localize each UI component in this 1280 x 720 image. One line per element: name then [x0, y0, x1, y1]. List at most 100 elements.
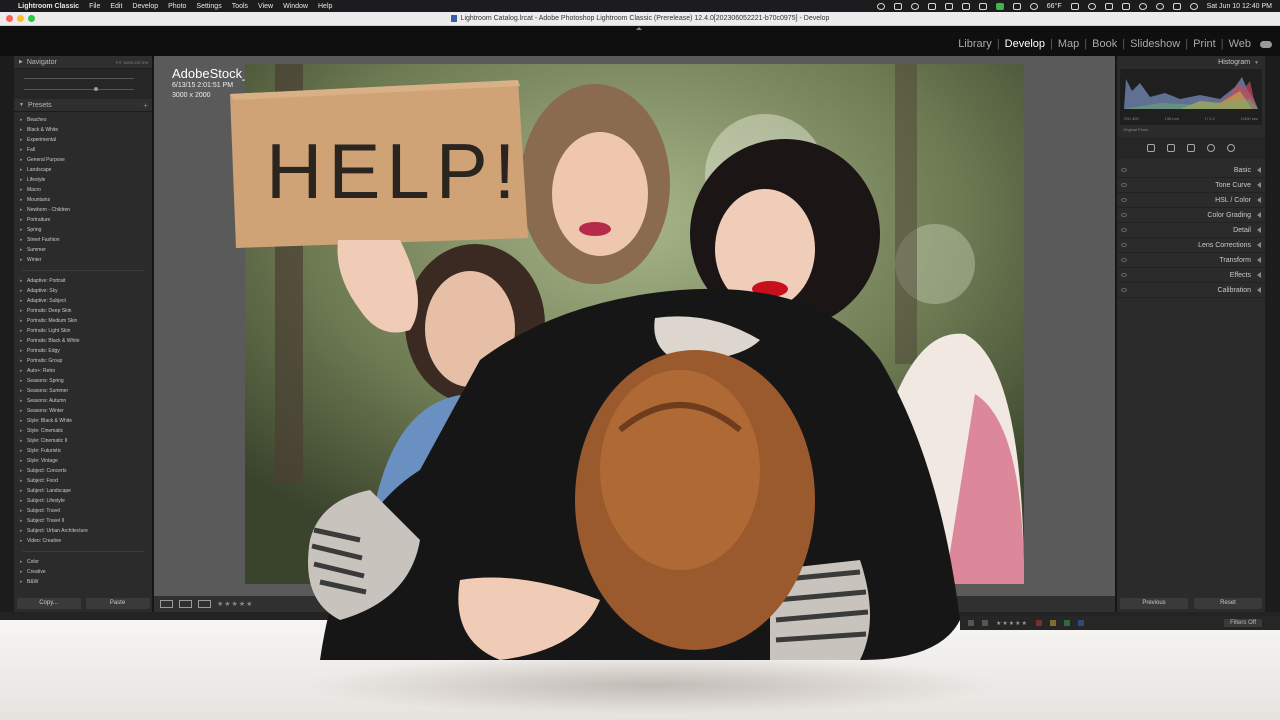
preset-group-item[interactable]: Portraiture	[14, 215, 152, 225]
menu-app-name[interactable]: Lightroom Classic	[18, 3, 79, 10]
eye-toggle-icon[interactable]	[1121, 228, 1127, 232]
preset-group-item[interactable]: Creative	[14, 567, 152, 577]
presets-header[interactable]: ▼ Presets +	[14, 99, 152, 112]
module-print[interactable]: Print	[1189, 38, 1220, 50]
weather-icon[interactable]	[1029, 2, 1038, 10]
develop-section-header[interactable]: Detail	[1117, 223, 1265, 238]
audio-icon[interactable]	[961, 2, 970, 10]
navigator-slider-knob[interactable]	[94, 87, 98, 91]
before-after-icon[interactable]	[179, 600, 192, 608]
preset-group-item[interactable]: Lifestyle	[14, 175, 152, 185]
crop-icon[interactable]	[1167, 144, 1175, 152]
preset-group-item[interactable]: General Purpose	[14, 155, 152, 165]
develop-section-header[interactable]: Lens Corrections	[1117, 238, 1265, 253]
expand-caret-icon[interactable]	[1257, 287, 1261, 293]
preset-group-item[interactable]: B&W	[14, 577, 152, 587]
collapse-top-panel-icon[interactable]	[636, 27, 642, 30]
left-panel-edge[interactable]	[0, 56, 14, 612]
preset-group-item[interactable]: Newborn - Children	[14, 205, 152, 215]
preset-group-item[interactable]: Seasons: Autumn	[14, 396, 152, 406]
color-label-yellow[interactable]	[1049, 620, 1056, 626]
preset-group-item[interactable]: Auto+: Retro	[14, 366, 152, 376]
preset-group-item[interactable]: Street Fashion	[14, 235, 152, 245]
preset-group-item[interactable]: Portraits: Black & White	[14, 336, 152, 346]
camera-icon[interactable]	[893, 2, 902, 10]
preset-group-item[interactable]: Subject: Travel	[14, 506, 152, 516]
color-label-red[interactable]	[1035, 620, 1042, 626]
red-eye-icon[interactable]	[1207, 144, 1215, 152]
module-develop[interactable]: Develop	[1001, 38, 1049, 50]
menu-develop[interactable]: Develop	[132, 3, 158, 10]
preset-group-item[interactable]: Portraits: Edgy	[14, 346, 152, 356]
grid-icon[interactable]	[1012, 2, 1021, 10]
menu-view[interactable]: View	[258, 3, 273, 10]
develop-section-header[interactable]: Tone Curve	[1117, 178, 1265, 193]
menu-tools[interactable]: Tools	[232, 3, 248, 10]
preset-group-item[interactable]: Subject: Travel II	[14, 516, 152, 526]
eye-toggle-icon[interactable]	[1121, 183, 1127, 187]
preset-group-item[interactable]: Color	[14, 557, 152, 567]
menu-window[interactable]: Window	[283, 3, 308, 10]
navigator-header[interactable]: ▶ Navigator FIT 100% 237.4%	[14, 56, 152, 69]
eye-toggle-icon[interactable]	[1121, 198, 1127, 202]
preset-group-item[interactable]: Subject: Food	[14, 476, 152, 486]
clipboard-icon[interactable]	[1070, 2, 1079, 10]
add-preset-icon[interactable]: +	[143, 101, 148, 110]
expand-caret-icon[interactable]	[1257, 167, 1261, 173]
compare-view-icon[interactable]	[198, 600, 211, 608]
navigator-preview[interactable]	[14, 69, 152, 99]
preset-group-item[interactable]: Spring	[14, 225, 152, 235]
bluetooth-icon[interactable]	[944, 2, 953, 10]
eye-toggle-icon[interactable]	[1121, 258, 1127, 262]
preset-group-item[interactable]: Summer	[14, 245, 152, 255]
display-icon[interactable]	[927, 2, 936, 10]
expand-caret-icon[interactable]	[1257, 212, 1261, 218]
green-app-icon[interactable]	[995, 2, 1004, 10]
histogram-header[interactable]: Histogram ▼	[1117, 56, 1265, 69]
preset-group-item[interactable]: Seasons: Spring	[14, 376, 152, 386]
preset-group-item[interactable]: Portraits: Deep Skin	[14, 306, 152, 316]
control-center-icon[interactable]	[1172, 2, 1181, 10]
expand-caret-icon[interactable]	[1257, 227, 1261, 233]
module-map[interactable]: Map	[1054, 38, 1083, 50]
volume-icon[interactable]	[1104, 2, 1113, 10]
color-label-blue[interactable]	[1077, 620, 1084, 626]
preset-group-item[interactable]: Portraits: Group	[14, 356, 152, 366]
module-library[interactable]: Library	[954, 38, 996, 50]
reset-button[interactable]: Reset	[1194, 597, 1262, 609]
menu-file[interactable]: File	[89, 3, 100, 10]
expand-triangle-icon[interactable]: ▼	[19, 102, 24, 108]
module-book[interactable]: Book	[1088, 38, 1121, 50]
develop-section-header[interactable]: Basic	[1117, 163, 1265, 178]
eye-toggle-icon[interactable]	[1121, 288, 1127, 292]
eye-toggle-icon[interactable]	[1121, 168, 1127, 172]
expand-caret-icon[interactable]	[1257, 182, 1261, 188]
preset-group-item[interactable]: Subject: Concerts	[14, 466, 152, 476]
wifi-icon[interactable]	[1138, 2, 1147, 10]
menu-help[interactable]: Help	[318, 3, 332, 10]
masking-icon[interactable]	[1227, 144, 1235, 152]
preset-group-item[interactable]: Portraits: Medium Skin	[14, 316, 152, 326]
develop-section-header[interactable]: HSL / Color	[1117, 193, 1265, 208]
minimize-window-button[interactable]	[17, 15, 24, 22]
rating-stars[interactable]: ★★★★★	[217, 600, 253, 608]
zoom-window-button[interactable]	[28, 15, 35, 22]
module-slideshow[interactable]: Slideshow	[1126, 38, 1184, 50]
preset-group-item[interactable]: Winter	[14, 255, 152, 265]
menubar-clock[interactable]: Sat Jun 10 12:40 PM	[1207, 3, 1272, 10]
menu-photo[interactable]: Photo	[168, 3, 186, 10]
expand-caret-icon[interactable]	[1257, 197, 1261, 203]
menu-edit[interactable]: Edit	[110, 3, 122, 10]
preset-group-item[interactable]: Mountains	[14, 195, 152, 205]
eye-toggle-icon[interactable]	[1121, 213, 1127, 217]
collapse-triangle-icon[interactable]: ▼	[1254, 60, 1259, 66]
preset-group-item[interactable]: Style: Black & White	[14, 416, 152, 426]
weather-temperature[interactable]: 66°F	[1047, 3, 1062, 10]
preset-group-item[interactable]: Adaptive: Subject	[14, 296, 152, 306]
preset-group-item[interactable]: Subject: Landscape	[14, 486, 152, 496]
preset-group-item[interactable]: Style: Vintage	[14, 456, 152, 466]
preset-group-item[interactable]: Style: Futuristic	[14, 446, 152, 456]
menu-settings[interactable]: Settings	[196, 3, 221, 10]
expand-caret-icon[interactable]	[1257, 242, 1261, 248]
edit-sliders-icon[interactable]	[1147, 144, 1155, 152]
